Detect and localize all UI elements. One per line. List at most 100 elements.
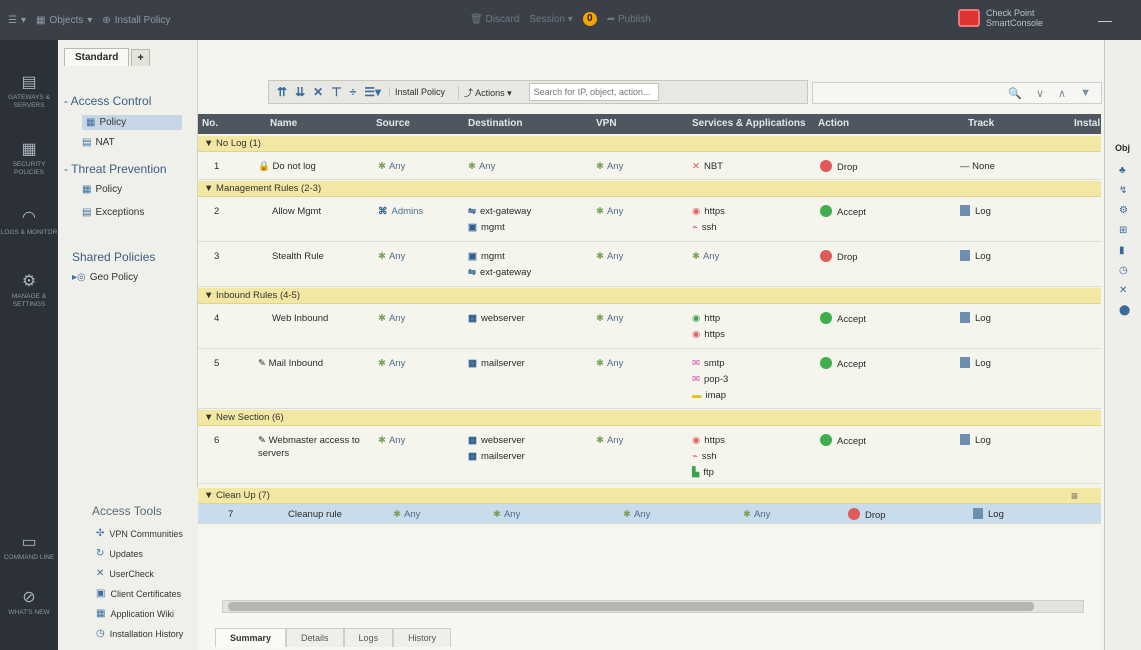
col-action[interactable]: Action	[818, 118, 849, 129]
limit-icon[interactable]: ⬤	[1119, 305, 1130, 316]
client-certificates-icon: ▣	[96, 588, 106, 599]
search-icon[interactable]: 🔍	[1008, 87, 1022, 100]
add-section-above-icon[interactable]: ⊤	[331, 85, 341, 99]
table-row[interactable]: 2 Allow Mgmt ⌘ Admins ⇋ ext-gateway ▣ mgmt …	[198, 197, 1101, 242]
installation-history-link[interactable]: ◷ Installation History	[96, 628, 183, 639]
rail-logs-monitor[interactable]: ◠ LOGS & MONITOR	[0, 210, 58, 237]
table-row[interactable]: 7 Cleanup rule ✱ Any ✱ Any ✱ Any ✱ Any Drop …	[198, 504, 1101, 524]
rulebase-toolbar: ⇈ ⇊ ✕ ⊤ ÷ ☰▾ Install Policy ⤴ Actions ▾	[268, 80, 808, 104]
table-row[interactable]: 6 ✎ Webmaster access to servers ✱ Any ▦ we…	[198, 426, 1101, 484]
section-no-log[interactable]: ▼ No Log (1)	[198, 136, 1101, 152]
hamburger-menu-icon[interactable]: ≡	[1071, 489, 1078, 503]
session-button[interactable]: Session ▾	[529, 14, 572, 25]
col-vpn[interactable]: VPN	[596, 118, 617, 129]
table-row[interactable]: 3 Stealth Rule ✱ Any ▣ mgmt ⇋ ext-gateway ✱…	[198, 242, 1101, 287]
rail-gateways-servers[interactable]: ▤ GATEWAYS & SERVERS	[0, 75, 58, 110]
threat-prevention-header[interactable]: - Threat Prevention	[64, 162, 167, 176]
publish-button[interactable]: ➦ Publish	[607, 14, 651, 25]
rulebase-table: No. Name Source Destination VPN Services…	[198, 114, 1101, 530]
applications-icon[interactable]: ⚙	[1119, 205, 1128, 216]
users-icon[interactable]: ⊞	[1119, 225, 1127, 236]
actions-menu-button[interactable]: ⤴ Actions ▾	[458, 85, 517, 99]
col-services[interactable]: Services & Applications	[692, 118, 806, 129]
delete-rule-icon[interactable]: ✕	[313, 85, 323, 99]
updates-link[interactable]: ↻ Updates	[96, 548, 143, 559]
nav-geo-policy[interactable]: ▸◎ Geo Policy	[72, 272, 138, 283]
install-policy-button[interactable]: Install Policy	[389, 87, 450, 97]
add-tab-button[interactable]: +	[131, 49, 150, 66]
services-icon[interactable]: ↯	[1119, 185, 1127, 196]
ftp-icon: ▙	[692, 467, 700, 478]
rulebase-search-input[interactable]	[528, 83, 659, 101]
time-objects-icon[interactable]: ◷	[1119, 265, 1128, 276]
section-inbound[interactable]: ▼ Inbound Rules (4-5)	[198, 288, 1101, 304]
section-cleanup[interactable]: ▼ Clean Up (7)	[198, 488, 1101, 504]
table-header: No. Name Source Destination VPN Services…	[198, 114, 1101, 134]
gateway-icon: ⇋	[468, 206, 476, 217]
pop3-icon: ✉	[692, 374, 700, 385]
minimize-button[interactable]: —	[1098, 12, 1112, 28]
rail-security-policies[interactable]: ▦ SECURITY POLICIES	[0, 142, 58, 177]
http-icon: ◉	[692, 313, 701, 324]
rail-whats-new[interactable]: ⊘ WHAT'S NEW	[0, 590, 58, 617]
application-wiki-link[interactable]: ▦ Application Wiki	[96, 608, 174, 619]
col-no[interactable]: No.	[202, 118, 218, 129]
access-control-header[interactable]: - Access Control	[64, 94, 151, 108]
usercheck-link[interactable]: ✕ UserCheck	[96, 568, 154, 579]
nav-nat[interactable]: ▤ NAT	[82, 137, 115, 148]
accept-icon	[820, 205, 832, 217]
main-menu-button[interactable]: ☰ ▾	[8, 15, 26, 26]
section-management[interactable]: ▼ Management Rules (2-3)	[198, 181, 1101, 197]
management-server-icon: ▣	[468, 222, 477, 233]
view-options-icon[interactable]: ☰▾	[364, 85, 381, 99]
network-objects-icon[interactable]: ♣	[1119, 165, 1126, 176]
rail-manage-settings[interactable]: ⚙ MANAGE & SETTINGS	[0, 274, 58, 309]
vpn-communities-link[interactable]: ✣ VPN Communities	[96, 528, 183, 539]
col-install[interactable]: Instal	[1074, 118, 1100, 129]
vpn-communities-icon: ✣	[96, 528, 105, 539]
table-row[interactable]: 1 🔒 Do not log ✱ Any ✱ Any ✱ Any ✕ NBT Drop …	[198, 152, 1101, 180]
discard-button[interactable]: 🗑 Discard	[470, 14, 519, 25]
tab-standard[interactable]: Standard	[64, 48, 130, 66]
imap-icon: ▬	[692, 390, 702, 401]
usercheck-icon[interactable]: ✕	[1119, 285, 1127, 296]
add-section-below-icon[interactable]: ÷	[350, 85, 357, 99]
nav-exceptions[interactable]: ▤ Exceptions	[82, 207, 144, 218]
objects-panel-title: Obj	[1115, 143, 1130, 153]
session-badge: 0	[582, 12, 597, 26]
horizontal-scrollbar-thumb[interactable]	[228, 602, 1034, 611]
security-policies-icon: ▦	[21, 141, 37, 158]
nav-threat-policy[interactable]: ▦ Policy	[82, 184, 122, 195]
tab-logs[interactable]: Logs	[343, 628, 394, 647]
objects-menu-button[interactable]: ▦ Objects ▾	[36, 15, 92, 26]
section-new[interactable]: ▼ New Section (6)	[198, 410, 1101, 426]
nav-access-policy[interactable]: ▦ Policy	[82, 115, 182, 130]
add-rule-above-icon[interactable]: ⇈	[277, 85, 287, 99]
table-row[interactable]: 5 ✎ Mail Inbound ✱ Any ▦ mailserver ✱ Any ✉…	[198, 349, 1101, 409]
tab-details[interactable]: Details	[286, 628, 344, 647]
col-source[interactable]: Source	[376, 118, 410, 129]
chevron-down-icon[interactable]: ∨	[1036, 87, 1044, 100]
pencil-icon: ✎	[258, 435, 266, 446]
col-track[interactable]: Track	[968, 118, 994, 129]
add-rule-below-icon[interactable]: ⇊	[295, 85, 305, 99]
tab-summary[interactable]: Summary	[215, 628, 287, 647]
tab-history[interactable]: History	[393, 628, 452, 647]
col-name[interactable]: Name	[270, 118, 297, 129]
rail-command-line[interactable]: ▭ COMMAND LINE	[0, 535, 58, 562]
drop-icon	[820, 160, 832, 172]
table-row[interactable]: 4 Web Inbound ✱ Any ▦ webserver ✱ Any ◉ http…	[198, 304, 1101, 349]
client-certificates-link[interactable]: ▣ Client Certificates	[96, 588, 181, 599]
servers-icon[interactable]: ▮	[1119, 245, 1125, 256]
install-policy-top-button[interactable]: ⊕ Install Policy	[102, 15, 170, 26]
accept-icon	[820, 434, 832, 446]
col-destination[interactable]: Destination	[468, 118, 522, 129]
chevron-up-icon[interactable]: ∧	[1058, 87, 1066, 100]
accept-icon	[820, 312, 832, 324]
brand-line2: SmartConsole	[986, 18, 1044, 28]
lock-icon: 🔒	[258, 161, 270, 172]
updates-icon: ↻	[96, 548, 105, 559]
filter-icon[interactable]: ▼	[1080, 87, 1091, 99]
actions-icon: ⤴	[464, 87, 474, 98]
log-icon	[960, 205, 970, 216]
